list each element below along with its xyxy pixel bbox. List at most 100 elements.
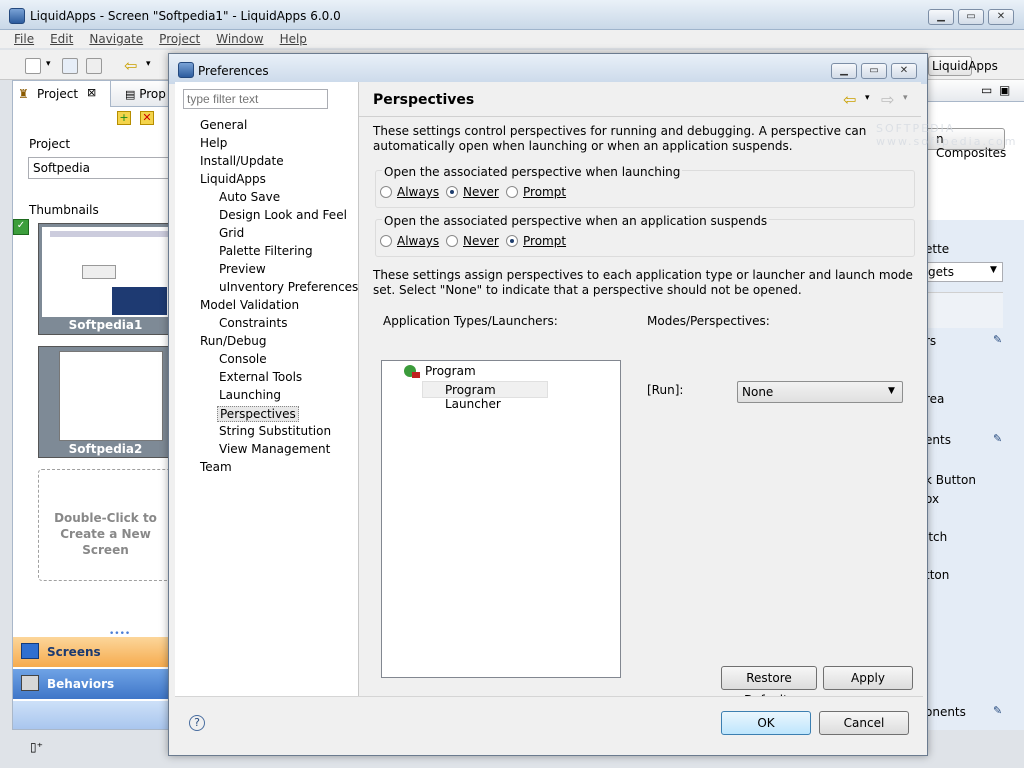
tab-properties[interactable]: ▤ Prop [125,87,166,101]
maximize-button[interactable]: ▭ [958,9,984,25]
add-project-icon[interactable]: + [117,111,131,125]
tree-item[interactable]: General [200,118,247,132]
pin-icon[interactable]: ✎ [993,333,1002,346]
menu-help[interactable]: Help [280,30,307,48]
back-arrow-icon[interactable]: ⇦ [124,56,137,75]
thumbnail-label: Softpedia2 [68,442,143,456]
tree-item[interactable]: Team [200,460,232,474]
program-badge-icon [412,372,420,378]
tree-item[interactable]: Install/Update [200,154,284,168]
tree-item[interactable]: Launching [219,388,281,402]
thumbnail-softpedia1[interactable]: Softpedia1 [38,223,173,335]
tab-project[interactable]: ♜ Project ⊠ [13,81,111,107]
back-icon[interactable]: ⇦ [843,90,856,109]
menu-file[interactable]: File [14,30,34,48]
new-view-icon[interactable]: ▯⁺ [30,740,43,754]
close-tab-icon[interactable]: ⊠ [87,86,96,99]
thumbnail-label: Softpedia1 [68,318,143,332]
tab-project-label: Project [37,87,79,101]
page-menu-icon[interactable]: ▾ [903,93,908,103]
close-button[interactable]: ✕ [988,9,1014,25]
pin-icon[interactable]: ✎ [993,704,1002,717]
maximize-view-icon[interactable]: ▣ [999,83,1010,97]
menu-project[interactable]: Project [159,30,200,48]
restore-defaults-button[interactable]: Restore Defaults [721,666,817,707]
widgets-combo[interactable]: gets ▼ [921,262,1003,282]
tree-item[interactable]: Model Validation [200,298,299,312]
menu-edit[interactable]: Edit [50,30,73,48]
dialog-maximize-button[interactable]: ▭ [861,63,887,79]
palette-row[interactable]: onents [925,705,966,719]
save-icon[interactable] [62,58,78,74]
print-icon[interactable] [86,58,102,74]
minimize-button[interactable]: ▁ [928,9,954,25]
suspend-always-radio[interactable]: Always [380,234,439,248]
filter-input[interactable] [183,89,328,109]
tree-item[interactable]: Help [200,136,227,150]
tree-item[interactable]: LiquidApps [200,172,266,186]
new-screen-placeholder[interactable]: Double-Click to Create a New Screen [38,469,173,581]
tree-item[interactable]: Grid [219,226,244,240]
behaviors-section[interactable]: Behaviors [13,669,171,699]
modes-label: Modes/Perspectives: [647,314,770,328]
tree-item[interactable]: External Tools [219,370,302,384]
palette-row[interactable]: tton [925,568,949,582]
ok-button[interactable]: OK [721,711,811,735]
help-icon[interactable]: ? [189,715,205,731]
palette-divider [921,292,1003,328]
project-select[interactable]: Softpedia [28,157,178,179]
behaviors-icon [21,675,39,691]
launch-prompt-radio[interactable]: Prompt [506,185,566,199]
apply-button[interactable]: Apply [823,666,913,690]
delete-project-icon[interactable]: ✕ [140,111,154,125]
tree-item[interactable]: Design Look and Feel [219,208,347,222]
tree-item[interactable]: Auto Save [219,190,280,204]
main-titlebar: LiquidApps - Screen "Softpedia1" - Liqui… [0,0,1024,30]
back-menu-icon[interactable]: ▾ [865,93,870,103]
menu-navigate[interactable]: Navigate [89,30,143,48]
back-dropdown-icon[interactable]: ▾ [146,59,151,69]
menu-bar: File Edit Navigate Project Window Help [0,30,1024,48]
behaviors-label: Behaviors [47,677,115,691]
tree-item-program-launcher[interactable]: Program Launcher [422,381,548,411]
palette-area: ette gets ▼ rs ✎ rea ents ✎ k Button ox i… [921,220,1024,730]
title-divider [359,116,921,117]
dialog-title: Preferences [198,64,269,78]
screens-section[interactable]: Screens [13,637,171,667]
thumbnail-softpedia2[interactable]: Softpedia2 [38,346,173,458]
menu-window[interactable]: Window [216,30,263,48]
launch-never-radio[interactable]: Never [446,185,499,199]
palette-row[interactable]: ents [925,433,951,447]
tree-item-program[interactable]: Program [425,364,476,378]
liquidapps-perspective-button[interactable]: LiquidApps [928,56,998,76]
suspend-prompt-radio[interactable]: Prompt [506,234,566,248]
tree-item[interactable]: uInventory Preferences [219,280,358,294]
suspend-never-radio[interactable]: Never [446,234,499,248]
tree-item[interactable]: Palette Filtering [219,244,313,258]
pin-icon[interactable]: ✎ [993,432,1002,445]
tree-item[interactable]: Preview [219,262,266,276]
thumbnails-label: Thumbnails [29,203,99,217]
launch-always-radio[interactable]: Always [380,185,439,199]
dialog-close-button[interactable]: ✕ [891,63,917,79]
radio-dot [506,186,518,198]
minimize-view-icon[interactable]: ▭ [981,83,992,97]
tree-item[interactable]: String Substitution [219,424,331,438]
new-dropdown-icon[interactable]: ▾ [46,59,51,69]
palette-row[interactable]: itch [925,530,947,544]
tree-item[interactable]: Perspectives [217,406,299,422]
run-select-value: None [742,385,774,399]
run-perspective-select[interactable]: None ▼ [737,381,903,403]
palette-row[interactable]: k Button [925,473,976,487]
new-icon[interactable] [25,58,41,74]
cancel-button[interactable]: Cancel [819,711,909,735]
radio-label: Always [397,185,440,199]
tree-item[interactable]: Constraints [219,316,287,330]
tree-item[interactable]: Run/Debug [200,334,267,348]
launchers-tree: Program Program Launcher [381,360,621,678]
forward-icon[interactable]: ⇨ [881,90,894,109]
perspectives-page: Perspectives ⇦ ▾ ⇨ ▾ These settings cont… [359,82,921,707]
tree-item[interactable]: Console [219,352,267,366]
tree-item[interactable]: View Management [219,442,330,456]
dialog-minimize-button[interactable]: ▁ [831,63,857,79]
